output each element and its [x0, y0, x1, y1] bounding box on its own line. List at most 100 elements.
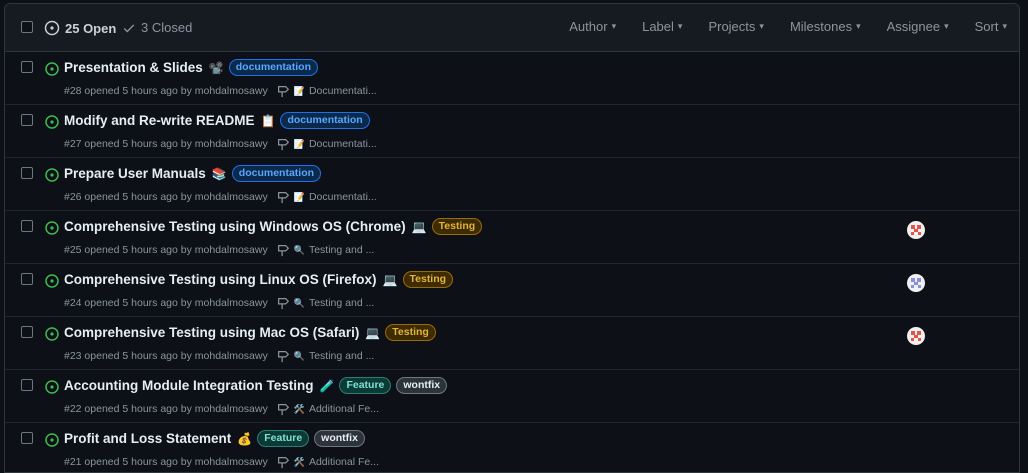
filter-label: Author	[569, 19, 608, 34]
issue-row[interactable]: Presentation & Slides 📽️ documentation #…	[5, 52, 1019, 105]
caret-down-icon: ▾	[759, 21, 764, 31]
issue-title-link[interactable]: Prepare User Manuals	[64, 166, 206, 181]
issue-checkbox[interactable]	[21, 167, 33, 179]
label-documentation[interactable]: documentation	[228, 59, 318, 76]
label-feature[interactable]: Feature	[339, 377, 392, 394]
milestone-icon	[277, 245, 289, 257]
issue-title-line: Comprehensive Testing using Windows OS (…	[64, 218, 483, 235]
issue-meta: #25 opened 5 hours ago by mohdalmosawy 🔍…	[64, 243, 374, 257]
issue-title-line: Profit and Loss Statement 💰 Feature wontf…	[64, 430, 365, 447]
assignee-filter[interactable]: Assignee ▾	[887, 19, 949, 34]
sort-filter[interactable]: Sort ▾	[975, 19, 1007, 34]
caret-down-icon: ▾	[1002, 21, 1007, 31]
issue-opened-info: #22 opened 5 hours ago by mohdalmosawy	[64, 403, 268, 415]
author-filter[interactable]: Author ▾	[569, 19, 616, 34]
milestone-link[interactable]: Additional Fe...	[309, 403, 379, 415]
issue-open-icon	[45, 168, 59, 182]
label-testing[interactable]: Testing	[431, 218, 483, 235]
issue-opened-info: #28 opened 5 hours ago by mohdalmosawy	[64, 85, 268, 97]
issue-title-line: Modify and Re-write README 📋 documentati…	[64, 112, 370, 129]
issue-title-link[interactable]: Comprehensive Testing using Linux OS (Fi…	[64, 272, 377, 287]
issue-opened-info: #25 opened 5 hours ago by mohdalmosawy	[64, 244, 268, 256]
open-issues-tab[interactable]: 25 Open	[44, 20, 116, 36]
title-emoji: 💰	[237, 431, 253, 446]
milestone-link[interactable]: Documentati...	[309, 85, 377, 97]
assignee-avatar[interactable]	[907, 327, 925, 345]
issue-title-link[interactable]: Comprehensive Testing using Windows OS (…	[64, 219, 406, 234]
issue-checkbox[interactable]	[21, 220, 33, 232]
title-emoji: 📋	[260, 113, 276, 128]
label-documentation[interactable]: documentation	[231, 165, 322, 182]
issue-meta: #27 opened 5 hours ago by mohdalmosawy 📝…	[64, 137, 377, 151]
milestone-link[interactable]: Additional Fe...	[309, 456, 379, 468]
issue-labels: Testing	[380, 324, 436, 341]
title-emoji: 🧪	[319, 378, 335, 393]
issue-checkbox[interactable]	[21, 432, 33, 444]
issue-row[interactable]: Accounting Module Integration Testing 🧪 …	[5, 370, 1019, 423]
label-testing[interactable]: Testing	[385, 324, 436, 341]
closed-count-label: 3 Closed	[141, 20, 193, 35]
milestone-link[interactable]: Documentati...	[309, 191, 377, 203]
check-icon	[123, 23, 135, 32]
projects-filter[interactable]: Projects ▾	[708, 19, 764, 34]
assignee-avatar[interactable]	[907, 274, 925, 292]
issue-title-link[interactable]: Presentation & Slides	[64, 60, 203, 75]
issue-row[interactable]: Comprehensive Testing using Mac OS (Safa…	[5, 317, 1019, 370]
issue-title-link[interactable]: Accounting Module Integration Testing	[64, 378, 314, 393]
issue-labels: Testing	[398, 271, 454, 288]
issue-open-icon	[45, 115, 59, 129]
issue-row[interactable]: Comprehensive Testing using Windows OS (…	[5, 211, 1019, 264]
title-emoji: 💻	[382, 272, 398, 287]
milestone-emoji: 📝	[293, 191, 305, 202]
label-documentation[interactable]: documentation	[280, 112, 370, 129]
label-filter[interactable]: Label ▾	[642, 19, 682, 34]
label-testing[interactable]: Testing	[402, 271, 454, 288]
caret-down-icon: ▾	[677, 21, 683, 31]
caret-down-icon: ▾	[611, 21, 617, 31]
issue-title-line: Presentation & Slides 📽️ documentation	[64, 59, 318, 76]
milestone-emoji: 🔍	[293, 244, 305, 255]
issue-opened-info: #26 opened 5 hours ago by mohdalmosawy	[64, 191, 268, 203]
milestone-link[interactable]: Documentati...	[309, 138, 377, 150]
milestone-icon	[277, 351, 289, 363]
title-emoji: 💻	[365, 325, 381, 340]
filter-label: Milestones	[789, 19, 853, 34]
milestone-link[interactable]: Testing and ...	[309, 350, 374, 362]
issue-opened-info: #23 opened 5 hours ago by mohdalmosawy	[64, 350, 268, 362]
issue-open-icon	[45, 62, 59, 76]
issue-labels: Testing	[427, 218, 483, 235]
issue-checkbox[interactable]	[21, 273, 33, 285]
issue-title-link[interactable]: Comprehensive Testing using Mac OS (Safa…	[64, 325, 359, 340]
issue-open-icon	[45, 221, 59, 235]
label-feature[interactable]: Feature	[257, 430, 310, 447]
issue-row[interactable]: Comprehensive Testing using Linux OS (Fi…	[5, 264, 1019, 317]
label-wontfix[interactable]: wontfix	[314, 430, 365, 447]
milestones-filter[interactable]: Milestones ▾	[790, 19, 861, 34]
issue-list: Presentation & Slides 📽️ documentation #…	[5, 52, 1019, 472]
title-emoji: 📽️	[208, 60, 224, 75]
title-emoji: 💻	[411, 219, 427, 234]
issue-row[interactable]: Profit and Loss Statement 💰 Feature wontf…	[5, 423, 1019, 472]
issue-checkbox[interactable]	[21, 379, 33, 391]
select-all-checkbox[interactable]	[21, 21, 33, 33]
issue-open-icon	[45, 433, 59, 447]
label-wontfix[interactable]: wontfix	[396, 377, 448, 394]
issue-meta: #24 opened 5 hours ago by mohdalmosawy 🔍…	[64, 296, 374, 310]
issue-checkbox[interactable]	[21, 114, 33, 126]
issue-labels: documentation	[275, 112, 370, 129]
milestone-icon	[277, 404, 289, 416]
issues-toolbar: 25 Open 3 Closed Author ▾ Label ▾ Projects…	[5, 4, 1019, 52]
closed-issues-tab[interactable]: 3 Closed	[122, 20, 192, 35]
issue-checkbox[interactable]	[21, 326, 33, 338]
issue-title-link[interactable]: Modify and Re-write README	[64, 113, 255, 128]
milestone-emoji: 🛠️	[293, 456, 305, 467]
milestone-icon	[277, 298, 289, 310]
assignee-avatar[interactable]	[907, 221, 925, 239]
issue-opened-info: #24 opened 5 hours ago by mohdalmosawy	[64, 297, 268, 309]
milestone-link[interactable]: Testing and ...	[309, 244, 374, 256]
milestone-link[interactable]: Testing and ...	[309, 297, 374, 309]
issue-row[interactable]: Prepare User Manuals 📚 documentation #26…	[5, 158, 1019, 211]
issue-checkbox[interactable]	[21, 61, 33, 73]
issue-row[interactable]: Modify and Re-write README 📋 documentati…	[5, 105, 1019, 158]
issue-title-link[interactable]: Profit and Loss Statement	[64, 431, 231, 446]
